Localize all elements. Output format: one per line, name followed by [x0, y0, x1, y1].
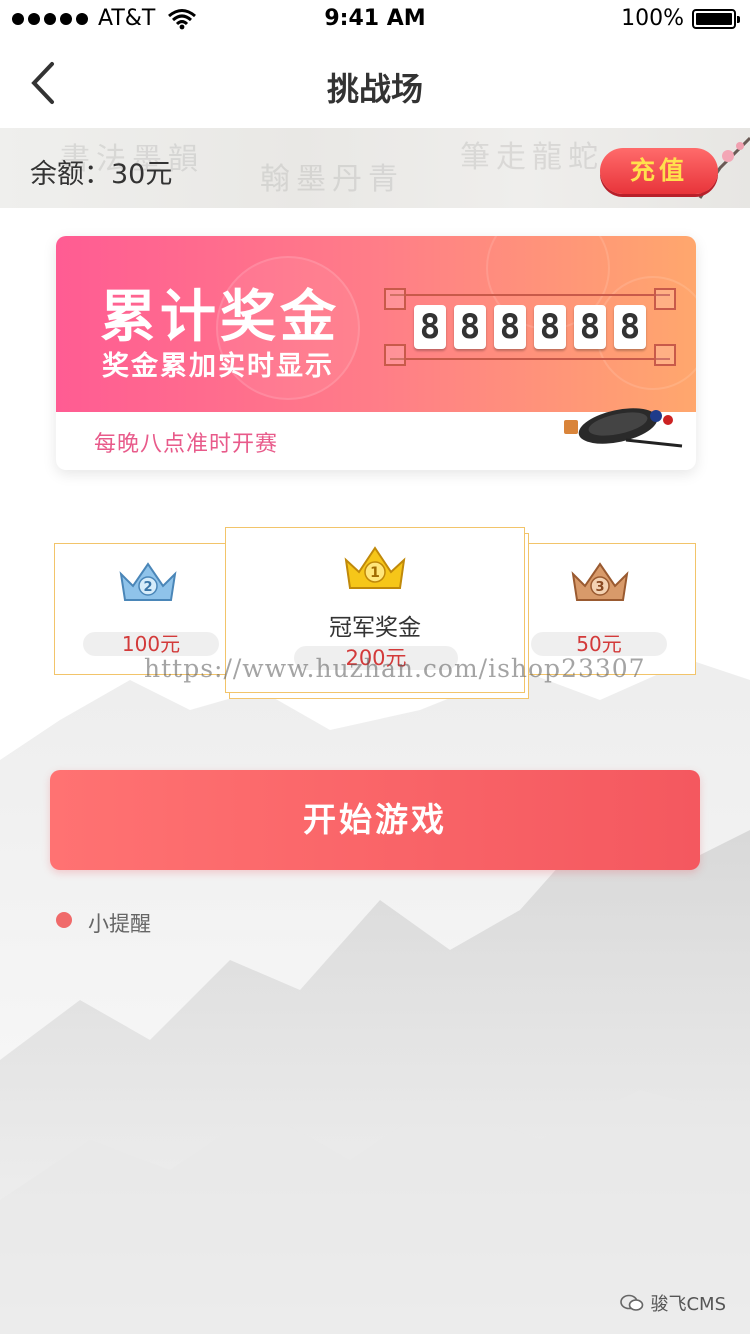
status-bar: AT&T 9:41 AM 100%: [0, 0, 750, 40]
watermark: https://www.huzhan.com/ishop23307: [144, 654, 646, 683]
balance-amount: 余额：30元: [30, 159, 173, 190]
prize-amount: 100元: [83, 632, 219, 656]
nav-bar: 挑战场: [0, 40, 750, 128]
jackpot-card: 累计奖金 奖金累加实时显示 8 8 8 8 8 8 每晚八点准时开赛: [56, 236, 696, 470]
inkstone-icon: [564, 408, 683, 448]
jackpot-counter: 8 8 8 8 8 8: [384, 288, 676, 366]
jackpot-subtitle: 奖金累加实时显示: [102, 351, 334, 382]
brand-name: 骏飞CMS: [650, 1294, 726, 1315]
calligraphy-background: 翰墨丹青: [260, 162, 404, 197]
schedule-note: 每晚八点准时开赛: [94, 432, 279, 457]
balance-bar: 書法墨韻 翰墨丹青 筆走龍蛇 余额：30元 充值: [0, 128, 750, 208]
jackpot-title: 累计奖金: [100, 285, 340, 350]
tip-label[interactable]: 小提醒: [88, 908, 151, 938]
calligraphy-background: 筆走龍蛇: [460, 140, 604, 175]
counter-digit: 8: [454, 305, 486, 349]
start-game-button[interactable]: 开始游戏: [50, 770, 700, 870]
recharge-button[interactable]: 充值: [600, 148, 718, 194]
gold-crown-icon: 1: [344, 546, 406, 589]
footer-brand: 骏飞CMS: [620, 1290, 726, 1316]
counter-digit: 8: [494, 305, 526, 349]
frame-corner: [654, 344, 676, 366]
counter-digit: 8: [614, 305, 646, 349]
counter-digit: 8: [534, 305, 566, 349]
frame-corner: [384, 344, 406, 366]
page-title: 挑战场: [326, 70, 423, 108]
counter-digit: 8: [414, 305, 446, 349]
frame-corner: [384, 288, 406, 310]
tip-bullet-icon: [56, 912, 72, 928]
prize-amount: 50元: [531, 632, 667, 656]
rank-number: 2: [143, 580, 152, 595]
wechat-icon: [620, 1294, 644, 1311]
frame-corner: [654, 288, 676, 310]
battery-percent: 100%: [621, 6, 684, 31]
champion-label: 冠军奖金: [329, 615, 421, 641]
silver-crown-icon: 2: [119, 562, 177, 601]
counter-digit: 8: [574, 305, 606, 349]
rank-number: 1: [370, 565, 380, 581]
bronze-crown-icon: 3: [571, 562, 629, 601]
battery-indicator: 100%: [621, 6, 740, 31]
rank-number: 3: [595, 580, 604, 595]
ink-mountains-background: [0, 660, 750, 1334]
battery-icon: [692, 8, 740, 29]
jackpot-banner: 累计奖金 奖金累加实时显示 8 8 8 8 8 8: [56, 236, 696, 412]
